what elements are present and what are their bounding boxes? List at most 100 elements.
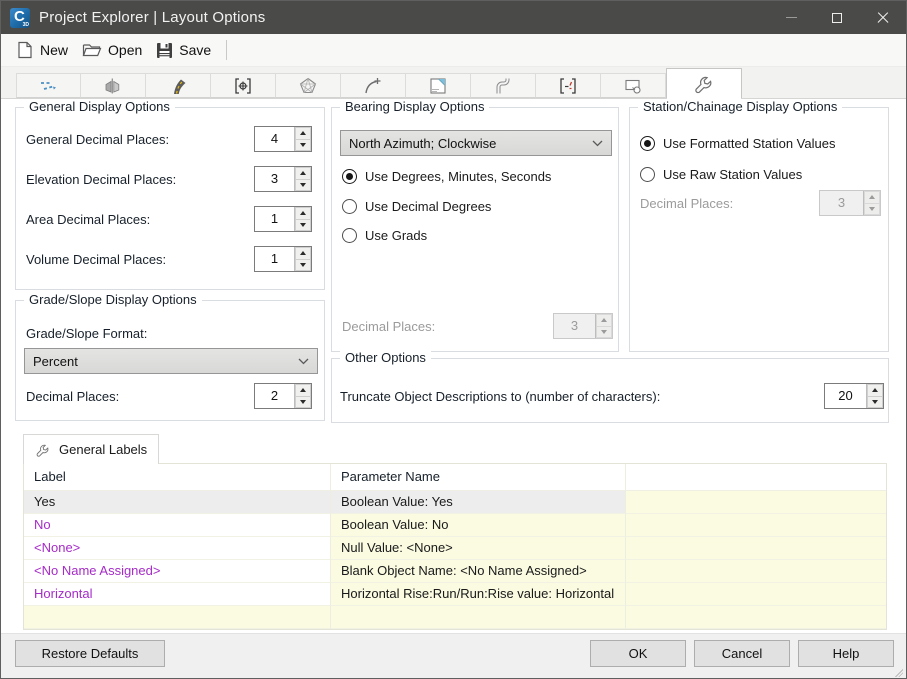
radio-use-degrees-minutes-seconds[interactable]: Use Degrees, Minutes, Seconds	[342, 166, 551, 186]
bearing-decimal-places-input: 3	[553, 313, 613, 339]
group-title: Station/Chainage Display Options	[638, 99, 843, 114]
tab-sheets[interactable]	[406, 73, 471, 98]
group-station-chainage-options: Station/Chainage Display Options Use For…	[629, 99, 889, 352]
area-decimal-places-input[interactable]: 1	[254, 206, 312, 232]
radio-use-decimal-degrees[interactable]: Use Decimal Degrees	[342, 196, 491, 216]
radio-icon	[640, 135, 655, 151]
spin-down-button[interactable]	[295, 259, 311, 271]
group-other-options: Other Options Truncate Object Descriptio…	[331, 350, 889, 423]
grade-slope-format-select[interactable]: Percent	[24, 348, 318, 374]
radio-use-raw-station-values[interactable]: Use Raw Station Values	[640, 164, 802, 184]
field-label: Decimal Places:	[640, 196, 734, 211]
spin-up-button[interactable]	[295, 247, 311, 260]
field-label: Area Decimal Places:	[26, 212, 151, 227]
chevron-down-icon	[298, 358, 309, 365]
tab-feature-lines[interactable]	[341, 73, 406, 98]
surfaces-icon	[298, 76, 318, 96]
spin-up-button[interactable]	[295, 127, 311, 140]
dialog-footer: Restore Defaults OK Cancel Help	[1, 633, 906, 678]
table-row[interactable]: <None> Null Value: <None>	[24, 537, 886, 560]
table-row-empty[interactable]	[24, 606, 886, 629]
table-row[interactable]: Horizontal Horizontal Rise:Run/Run:Rise …	[24, 583, 886, 606]
group-title: General Display Options	[24, 99, 175, 114]
app-logo-icon: C 3D	[10, 7, 30, 28]
radio-use-grads[interactable]: Use Grads	[342, 225, 427, 245]
spin-down-button[interactable]	[295, 396, 311, 408]
spin-down-button[interactable]	[295, 179, 311, 191]
spin-up-button[interactable]	[295, 167, 311, 180]
field-label: Truncate Object Descriptions to (number …	[340, 389, 661, 404]
general-labels-table: Label Parameter Name Yes Boolean Value: …	[23, 463, 887, 630]
elevation-decimal-places-input[interactable]: 3	[254, 166, 312, 192]
tab-labels[interactable]	[536, 73, 601, 98]
column-header-label[interactable]: Label	[24, 464, 331, 490]
spin-up-button[interactable]	[867, 384, 883, 397]
spin-up-button	[864, 191, 880, 204]
close-button[interactable]	[860, 1, 906, 34]
chevron-down-icon	[592, 140, 603, 147]
group-title: Other Options	[340, 350, 431, 365]
group-grade-slope-options: Grade/Slope Display Options Grade/Slope …	[15, 292, 325, 421]
tab-general-labels[interactable]: General Labels	[23, 434, 159, 464]
help-button[interactable]: Help	[798, 640, 894, 667]
options-panel: General Display Options General Decimal …	[1, 98, 906, 633]
radio-icon	[342, 168, 357, 184]
spin-up-button	[596, 314, 612, 327]
title-bar: C 3D Project Explorer | Layout Options	[1, 1, 906, 34]
cancel-button[interactable]: Cancel	[694, 640, 790, 667]
table-row[interactable]: No Boolean Value: No	[24, 514, 886, 537]
tab-surfaces[interactable]	[276, 73, 341, 98]
truncate-descriptions-input[interactable]: 20	[824, 383, 884, 409]
maximize-button[interactable]	[814, 1, 860, 34]
wrench-icon	[35, 442, 51, 458]
table-header-row: Label Parameter Name	[24, 464, 886, 491]
window-title: Project Explorer | Layout Options	[39, 9, 266, 26]
field-label: Grade/Slope Format:	[26, 326, 148, 341]
cross-sections-icon	[103, 76, 123, 96]
minimize-icon	[785, 17, 797, 18]
layout-options-wrench-icon	[693, 73, 715, 95]
spin-up-button[interactable]	[295, 207, 311, 220]
station-decimal-places-input: 3	[819, 190, 881, 216]
tab-cross-sections[interactable]	[81, 73, 146, 98]
field-label: Elevation Decimal Places:	[26, 172, 177, 187]
general-decimal-places-input[interactable]: 4	[254, 126, 312, 152]
open-button[interactable]: Open	[75, 38, 149, 62]
viewports-icon	[623, 76, 643, 96]
table-row[interactable]: Yes Boolean Value: Yes	[24, 491, 886, 514]
table-row[interactable]: <No Name Assigned> Blank Object Name: <N…	[24, 560, 886, 583]
column-header-parameter-name[interactable]: Parameter Name	[331, 464, 626, 490]
resize-grip[interactable]	[895, 669, 903, 677]
spin-down-button[interactable]	[295, 139, 311, 151]
restore-defaults-button[interactable]: Restore Defaults	[15, 640, 165, 667]
grade-slope-decimal-places-input[interactable]: 2	[254, 383, 312, 409]
radio-use-formatted-station-values[interactable]: Use Formatted Station Values	[640, 133, 835, 153]
new-button[interactable]: New	[9, 38, 75, 62]
labels-icon	[558, 76, 578, 96]
new-document-icon	[16, 41, 34, 59]
save-floppy-icon	[156, 42, 173, 59]
sheets-icon	[428, 76, 448, 96]
spin-down-button[interactable]	[295, 219, 311, 231]
minimize-button[interactable]	[768, 1, 814, 34]
pipe-networks-icon	[493, 76, 513, 96]
radio-icon	[342, 227, 357, 243]
tab-layout-options[interactable]	[666, 68, 742, 100]
radio-icon	[640, 166, 655, 182]
spin-down-button	[596, 326, 612, 338]
tab-point-groups[interactable]	[211, 73, 276, 98]
tab-viewports[interactable]	[601, 73, 666, 98]
tab-alignments[interactable]	[16, 73, 81, 98]
alignments-icon	[39, 76, 59, 96]
volume-decimal-places-input[interactable]: 1	[254, 246, 312, 272]
tab-pipe-networks[interactable]	[471, 73, 536, 98]
tab-corridors[interactable]	[146, 73, 211, 98]
bearing-format-select[interactable]: North Azimuth; Clockwise	[340, 130, 612, 156]
group-bearing-display-options: Bearing Display Options North Azimuth; C…	[331, 99, 619, 352]
ok-button[interactable]: OK	[590, 640, 686, 667]
category-tab-strip	[1, 67, 906, 100]
spin-down-button[interactable]	[867, 396, 883, 408]
spin-up-button[interactable]	[295, 384, 311, 397]
save-button[interactable]: Save	[149, 39, 218, 62]
toolbar-separator	[226, 40, 228, 60]
